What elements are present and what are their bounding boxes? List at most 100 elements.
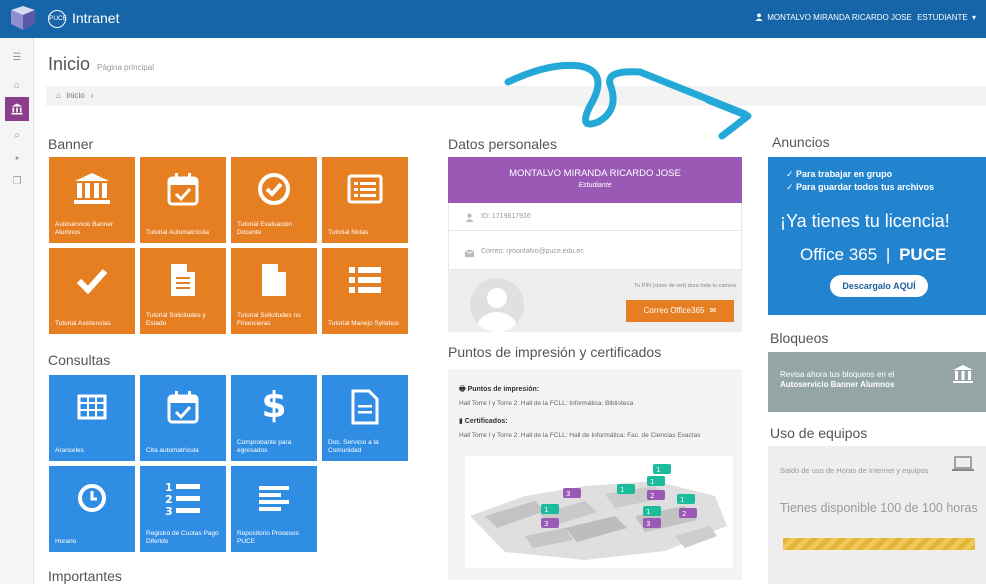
file-text-icon — [171, 264, 195, 296]
tile-comprobante-egresados[interactable]: $ Comprobante para egresados — [231, 375, 317, 461]
tile-tutorial-solicitudes-estado[interactable]: Tutorial Solicitudes y Estado — [140, 248, 226, 334]
print-points-heading: 🖶 Puntos de impresión: — [459, 385, 539, 396]
profile-name: MONTALVO MIRANDA RICARDO JOSE — [509, 168, 681, 179]
map-marker-label: 1 — [650, 478, 654, 486]
print-points-text: Hall Torre I y Torre 2: Hall de la FCLL:… — [459, 400, 634, 407]
puce-logo: PUCE — [48, 10, 67, 28]
bloqueos-panel[interactable]: Revisa ahora tus bloqueos en el Autoserv… — [768, 352, 986, 412]
envelope-icon: ✉ — [709, 306, 717, 315]
uso-equipos-text: Saldo de uso de Horas de Internet y equi… — [780, 466, 929, 475]
banner-divider: | — [885, 245, 891, 264]
tile-label: Repositorio Procesos PUCE — [237, 530, 299, 545]
uso-equipos-available: Tienes disponible 100 de 100 horas — [780, 501, 978, 515]
calendar-check-icon — [167, 173, 199, 206]
banner-check-1: ✓ Para trabajar en grupo — [786, 169, 893, 179]
tile-label: Horario — [55, 538, 77, 545]
tile-horario[interactable]: Horario — [49, 466, 135, 552]
tile-tutorial-notas[interactable]: Tutorial Notas — [322, 157, 408, 243]
profile-id-row: ID: 1719817916 — [448, 203, 742, 231]
list-icon — [349, 267, 381, 293]
tile-tutorial-asistencias[interactable]: Tutorial Asistencias — [49, 248, 135, 334]
print-points-panel: 🖶 Puntos de impresión: Hall Torre I y To… — [448, 369, 742, 580]
circle-icon[interactable]: ● — [6, 147, 28, 169]
office365-license-banner[interactable]: ✓ Para trabajar en grupo ✓ Para guardar … — [768, 157, 986, 315]
check-icon — [76, 268, 108, 294]
tile-registro-cuotas[interactable]: 123 Registro de Cuotas Pago Diferido — [140, 466, 226, 552]
download-office-button[interactable]: Descargalo AQUÍ — [830, 275, 928, 297]
map-marker-label: 2 — [682, 510, 686, 518]
map-marker-label: 1 — [620, 486, 624, 494]
home-icon[interactable]: ⌂ — [56, 91, 61, 100]
breadcrumb-item-inicio[interactable]: Inicio — [66, 91, 85, 100]
certificates-heading: ▮ Certificados: — [459, 417, 508, 425]
campus-map[interactable]: 1 1 3 1 1 2 1 3 2 1 3 — [465, 456, 733, 568]
certificates-text: Hall Torre I y Torre 2: Hall de la FCLL:… — [459, 432, 701, 439]
profile-id: ID: 1719817916 — [481, 213, 531, 220]
decorative-arrow-icon — [504, 61, 752, 140]
consultas-section-title: Consultas — [48, 352, 111, 368]
user-menu[interactable]: MONTALVO MIRANDA RICARDO JOSE ESTUDIANTE… — [755, 13, 976, 22]
printer-icon: 🖶 — [459, 386, 468, 393]
map-marker-label: 3 — [566, 490, 570, 498]
uso-equipos-title: Uso de equipos — [770, 425, 868, 441]
profile-header: MONTALVO MIRANDA RICARDO JOSE Estudiante — [448, 157, 742, 203]
campus-map-image: 1 1 3 1 1 2 1 3 2 1 3 — [470, 464, 727, 560]
tile-label: Cita automatrícula — [146, 447, 199, 454]
laptop-icon — [952, 456, 974, 471]
banner-section-title: Banner — [48, 136, 94, 152]
ordered-list-icon: 123 — [165, 481, 200, 516]
copy-icon[interactable]: ❐ — [6, 170, 28, 192]
tile-autoservicio-banner[interactable]: Autoservicio Banner Alumnos — [49, 157, 135, 243]
bloqueos-link[interactable]: Autoservicio Banner Alumnos — [780, 380, 894, 389]
tile-repositorio-procesos[interactable]: Repositorio Procesos PUCE — [231, 466, 317, 552]
align-left-icon — [259, 486, 289, 511]
user-role: ESTUDIANTE — [917, 13, 968, 22]
banner-brand: PUCE — [899, 245, 947, 264]
profile-role: Estudiante — [578, 182, 612, 189]
office365-mail-button[interactable]: Correo Office365 ✉ — [626, 300, 734, 322]
search-icon[interactable]: ⌕ — [6, 124, 28, 146]
bloqueos-text: Revisa ahora tus bloqueos en el — [780, 370, 895, 379]
map-marker-label: 1 — [680, 496, 684, 504]
brand-title[interactable]: Intranet — [72, 10, 119, 26]
puntos-impresion-title: Puntos de impresión y certificados — [448, 344, 662, 360]
banner-product: Office 365 | PUCE — [800, 245, 946, 265]
profile-footer: Tu PIN (clave de red) dura toda tu carre… — [448, 270, 742, 332]
tile-tutorial-evaluacion[interactable]: Tutorial Evaluación Docente — [231, 157, 317, 243]
banner-headline: ¡Ya tienes tu licencia! — [780, 211, 950, 231]
document-icon — [351, 389, 379, 425]
tile-label: Registro de Cuotas Pago Diferido — [146, 530, 219, 545]
certificates-heading-text: Certificados: — [464, 418, 508, 425]
tile-label: Tutorial Automatrícula — [146, 229, 209, 236]
tile-aranceles[interactable]: Aranceles — [49, 375, 135, 461]
page-subtitle: Página principal — [97, 63, 154, 72]
menu-icon[interactable]: ☰ — [6, 46, 28, 68]
tile-tutorial-automatricula[interactable]: Tutorial Automatrícula — [140, 157, 226, 243]
file-icon — [262, 264, 286, 296]
institution-icon[interactable] — [5, 97, 29, 121]
tile-cita-automatricula[interactable]: Cita automatrícula — [140, 375, 226, 461]
app-logo-icon[interactable] — [8, 6, 38, 32]
institution-icon — [953, 365, 973, 383]
map-marker-label: 1 — [544, 506, 548, 514]
tile-tutorial-solicitudes-no-financieras[interactable]: Tutorial Solicitudes no Financieras — [231, 248, 317, 334]
user-icon — [465, 213, 474, 222]
profile-email: Correo: rjmontalvo@puce.edu.ec — [481, 248, 584, 255]
pin-note: Tu PIN (clave de red) dura toda tu carre… — [634, 283, 736, 289]
home-icon[interactable]: ⌂ — [6, 74, 28, 96]
anuncios-title: Anuncios — [772, 134, 830, 150]
banner-product-name: Office 365 — [800, 245, 878, 264]
map-marker-label: 1 — [656, 466, 660, 474]
tile-doc-servicio-comunidad[interactable]: Doc. Servicio a la Comunidad — [322, 375, 408, 461]
check-circle-icon — [258, 173, 290, 205]
map-marker-label: 3 — [646, 520, 650, 528]
banner-check-2: ✓ Para guardar todos tus archivos — [786, 182, 935, 192]
uso-equipos-progress-bar — [783, 538, 975, 550]
importantes-section-title: Importantes — [48, 568, 122, 584]
tile-label: Tutorial Manejo Syllabus — [328, 320, 399, 327]
page-title: Inicio Página principal — [48, 54, 154, 75]
tile-tutorial-syllabus[interactable]: Tutorial Manejo Syllabus — [322, 248, 408, 334]
tile-label: Comprobante para egresados — [237, 439, 292, 454]
tile-label: Tutorial Asistencias — [55, 320, 111, 327]
bloqueos-title: Bloqueos — [770, 330, 829, 346]
